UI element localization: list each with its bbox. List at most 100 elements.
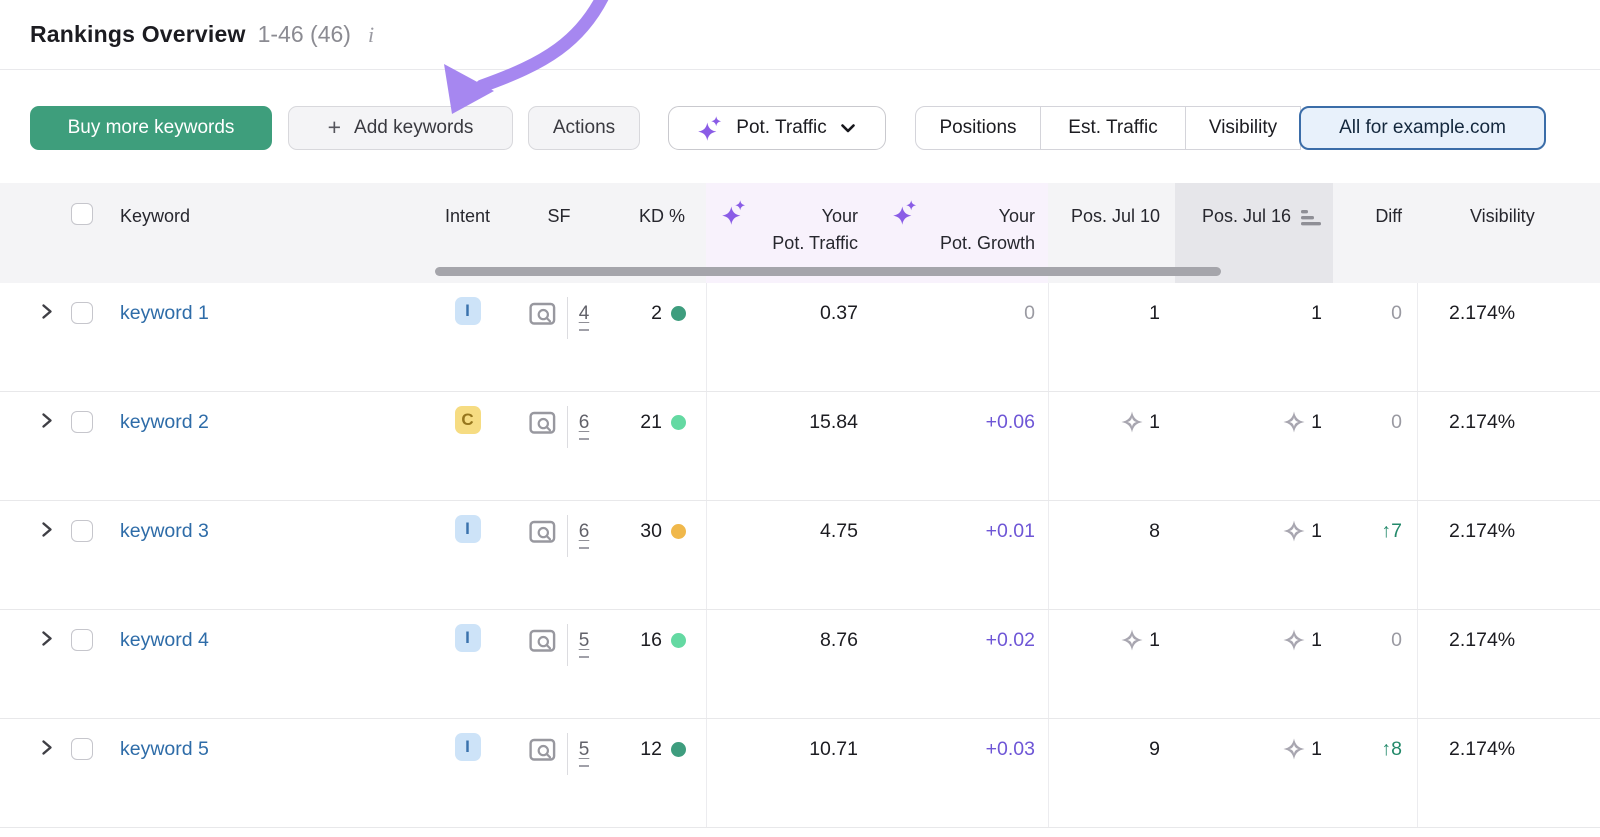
titlebar: Rankings Overview 1-46 (46) i bbox=[0, 0, 1600, 70]
serp-features-count[interactable]: 5 bbox=[579, 738, 590, 767]
pot-growth-cell: 0 bbox=[877, 283, 1048, 391]
header-pot-traffic-line2: Pot. Traffic bbox=[706, 230, 858, 257]
serp-feature-position-icon bbox=[1121, 629, 1143, 651]
kd-cell: 30 bbox=[618, 501, 706, 609]
keyword-cell: keyword 3 bbox=[100, 501, 435, 609]
expand-chevron-icon[interactable] bbox=[38, 521, 55, 538]
visibility-value: 2.174% bbox=[1449, 408, 1515, 436]
expand-chevron-icon[interactable] bbox=[38, 303, 55, 320]
pot-growth-cell: +0.02 bbox=[877, 610, 1048, 718]
keyword-link[interactable]: keyword 3 bbox=[120, 517, 209, 545]
pos-prev-cell: 8 bbox=[1048, 501, 1175, 609]
pos-current-cell: 1 bbox=[1175, 392, 1333, 500]
kd-difficulty-dot bbox=[671, 415, 686, 430]
row-checkbox[interactable] bbox=[71, 738, 93, 760]
add-keywords-label: Add keywords bbox=[354, 117, 473, 139]
row-checkbox-cell bbox=[64, 283, 100, 391]
rankings-table: Keyword Intent SF KD % Your Pot. Traffic… bbox=[0, 183, 1600, 828]
sort-descending-icon bbox=[1301, 209, 1322, 226]
row-checkbox-cell bbox=[64, 501, 100, 609]
serp-features-count[interactable]: 5 bbox=[579, 629, 590, 658]
divider bbox=[567, 733, 568, 775]
pot-traffic-value: 15.84 bbox=[809, 408, 858, 436]
keyword-link[interactable]: keyword 5 bbox=[120, 735, 209, 763]
row-expand-cell bbox=[28, 719, 64, 827]
keyword-cell: keyword 5 bbox=[100, 719, 435, 827]
tab-visibility[interactable]: Visibility bbox=[1185, 106, 1301, 150]
select-all-checkbox[interactable] bbox=[71, 203, 93, 225]
buy-more-keywords-button[interactable]: Buy more keywords bbox=[30, 106, 272, 150]
header-diff[interactable]: Diff bbox=[1333, 183, 1417, 283]
intent-badge: I bbox=[455, 515, 481, 543]
header-pot-growth-line2: Pot. Growth bbox=[877, 230, 1035, 257]
horizontal-scrollbar[interactable] bbox=[435, 267, 1221, 276]
kd-cell: 16 bbox=[618, 610, 706, 718]
serp-preview-icon[interactable] bbox=[529, 411, 556, 435]
intent-cell: I bbox=[435, 283, 500, 391]
row-checkbox[interactable] bbox=[71, 302, 93, 324]
row-checkbox[interactable] bbox=[71, 629, 93, 651]
keyword-link[interactable]: keyword 2 bbox=[120, 408, 209, 436]
header-pos-current-label: Pos. Jul 16 bbox=[1202, 203, 1291, 230]
intent-badge: I bbox=[455, 733, 481, 761]
serp-preview-icon[interactable] bbox=[529, 738, 556, 762]
expand-chevron-icon[interactable] bbox=[38, 739, 55, 756]
header-visibility[interactable]: Visibility bbox=[1417, 183, 1600, 283]
intent-badge: I bbox=[455, 624, 481, 652]
keyword-link[interactable]: keyword 4 bbox=[120, 626, 209, 654]
pot-traffic-cell: 0.37 bbox=[706, 283, 877, 391]
diff-value: 0 bbox=[1391, 626, 1402, 654]
metric-dropdown[interactable]: Pot. Traffic bbox=[668, 106, 886, 150]
metric-tab-group: PositionsEst. TrafficVisibilityAll for e… bbox=[915, 106, 1546, 150]
serp-preview-icon[interactable] bbox=[529, 302, 556, 326]
divider bbox=[567, 406, 568, 448]
serp-features-count[interactable]: 6 bbox=[579, 411, 590, 440]
serp-feature-position-icon bbox=[1283, 411, 1305, 433]
serp-preview-icon[interactable] bbox=[529, 629, 556, 653]
serp-preview-icon[interactable] bbox=[529, 520, 556, 544]
pot-traffic-value: 4.75 bbox=[820, 517, 858, 545]
serp-features-count[interactable]: 4 bbox=[579, 302, 590, 331]
intent-cell: I bbox=[435, 719, 500, 827]
visibility-value: 2.174% bbox=[1449, 735, 1515, 763]
info-icon[interactable]: i bbox=[368, 22, 374, 48]
diff-cell: 0 bbox=[1333, 610, 1417, 718]
expand-chevron-icon[interactable] bbox=[38, 412, 55, 429]
pos-prev-cell: 1 bbox=[1048, 610, 1175, 718]
pot-traffic-value: 0.37 bbox=[820, 299, 858, 327]
serp-features-count[interactable]: 6 bbox=[579, 520, 590, 549]
pos-current-cell: 1 bbox=[1175, 719, 1333, 827]
tab-positions[interactable]: Positions bbox=[915, 106, 1041, 150]
ai-sparkles-icon bbox=[722, 200, 747, 225]
serp-feature-position-icon bbox=[1283, 520, 1305, 542]
divider bbox=[567, 515, 568, 557]
row-checkbox-cell bbox=[64, 610, 100, 718]
kd-cell: 2 bbox=[618, 283, 706, 391]
pot-growth-value: +0.01 bbox=[986, 517, 1035, 545]
kd-cell: 12 bbox=[618, 719, 706, 827]
row-expand-cell bbox=[28, 283, 64, 391]
row-checkbox[interactable] bbox=[71, 520, 93, 542]
row-checkbox[interactable] bbox=[71, 411, 93, 433]
diff-value: 0 bbox=[1391, 299, 1402, 327]
visibility-value: 2.174% bbox=[1449, 626, 1515, 654]
table-row: keyword 5 I 5 12 10.71 +0.03 bbox=[0, 719, 1600, 828]
expand-chevron-icon[interactable] bbox=[38, 630, 55, 647]
add-keywords-button[interactable]: + Add keywords bbox=[288, 106, 513, 150]
header-keyword[interactable]: Keyword bbox=[100, 183, 435, 283]
tab-est-traffic[interactable]: Est. Traffic bbox=[1040, 106, 1186, 150]
kd-difficulty-dot bbox=[671, 306, 686, 321]
intent-badge: I bbox=[455, 297, 481, 325]
actions-button[interactable]: Actions bbox=[528, 106, 640, 150]
kd-difficulty-dot bbox=[671, 742, 686, 757]
tab-all-for-example-com[interactable]: All for example.com bbox=[1299, 106, 1546, 150]
header-chevron-spacer bbox=[28, 183, 64, 283]
pot-traffic-cell: 8.76 bbox=[706, 610, 877, 718]
serp-features-cell: 5 bbox=[500, 719, 618, 827]
pos-prev-value: 8 bbox=[1149, 517, 1160, 545]
keyword-link[interactable]: keyword 1 bbox=[120, 299, 209, 327]
diff-value: ↑8 bbox=[1381, 735, 1402, 763]
pot-traffic-value: 8.76 bbox=[820, 626, 858, 654]
table-row: keyword 1 I 4 2 0.37 0 bbox=[0, 283, 1600, 392]
pot-growth-cell: +0.03 bbox=[877, 719, 1048, 827]
